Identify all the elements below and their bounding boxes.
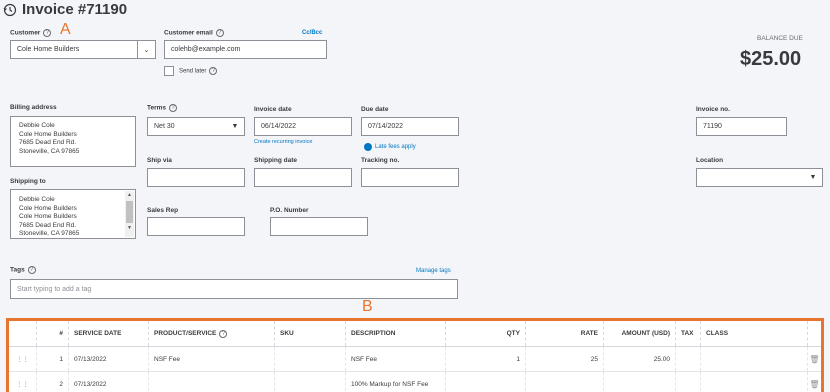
col-class: CLASS: [701, 321, 808, 346]
info-icon: [364, 143, 372, 151]
scrollbar[interactable]: ▲ ▼: [125, 191, 134, 237]
invoice-no-field[interactable]: 71190: [696, 117, 787, 136]
tags-input[interactable]: Start typing to add a tag: [10, 279, 458, 299]
help-icon[interactable]: ?: [215, 29, 224, 37]
sales-rep-field[interactable]: [147, 217, 245, 236]
table-row[interactable]: ⋮⋮ 2 07/13/2022 100% Markup for NSF Fee …: [9, 372, 821, 392]
help-icon[interactable]: ?: [209, 67, 218, 75]
invoice-no-label: Invoice no.: [696, 106, 730, 113]
ship-via-label: Ship via: [147, 157, 172, 164]
po-number-label: P.O. Number: [270, 207, 309, 214]
address-line: Debbie Cole: [19, 196, 55, 203]
caret-down-icon[interactable]: ▼: [226, 118, 244, 135]
customer-email-field[interactable]: colehb@example.com: [164, 40, 327, 59]
caret-down-icon[interactable]: ▼: [804, 169, 822, 186]
col-sku: SKU: [275, 321, 346, 346]
customer-value: Cole Home Builders: [17, 46, 80, 53]
due-date-value: 07/14/2022: [368, 123, 404, 130]
create-recurring-link[interactable]: Create recurring invoice: [254, 139, 312, 145]
col-rate: RATE: [526, 321, 604, 346]
due-date-label: Due date: [361, 106, 389, 113]
tags-label: Tags?: [10, 266, 36, 274]
address-line: Cole Home Builders: [19, 213, 77, 220]
customer-email-value: colehb@example.com: [171, 46, 241, 53]
shipping-to-field[interactable]: Debbie Cole Cole Home Builders Cole Home…: [10, 189, 136, 239]
manage-tags-link[interactable]: Manage tags: [416, 268, 451, 274]
cc-bcc-link[interactable]: Cc/Bcc: [302, 30, 322, 36]
col-qty: QTY: [446, 321, 526, 346]
shipping-date-field[interactable]: [254, 168, 352, 187]
send-later-label: Send later?: [179, 67, 218, 75]
billing-address-field[interactable]: Debbie Cole Cole Home Builders 7685 Dead…: [10, 116, 136, 167]
line-items-table: # SERVICE DATE PRODUCT/SERVICE? SKU DESC…: [6, 318, 824, 392]
location-select[interactable]: ▼: [696, 168, 823, 187]
location-label: Location: [696, 157, 724, 164]
sales-rep-label: Sales Rep: [147, 207, 179, 214]
customer-select[interactable]: Cole Home Builders ⌄: [10, 40, 156, 59]
address-line: Debbie Cole: [19, 122, 55, 129]
address-line: 7685 Dead End Rd.: [19, 139, 77, 146]
address-line: Stoneville, CA 97865: [19, 147, 80, 155]
ship-via-field[interactable]: [147, 168, 245, 187]
annotation-b: B: [362, 298, 373, 315]
help-icon[interactable]: ?: [27, 266, 36, 274]
help-icon[interactable]: ?: [43, 29, 52, 37]
po-number-field[interactable]: [270, 217, 368, 236]
history-icon[interactable]: [3, 3, 17, 17]
shipping-to-label: Shipping to: [10, 178, 46, 185]
col-tax: TAX: [676, 321, 701, 346]
invoice-no-value: 71190: [703, 123, 722, 130]
col-service-date: SERVICE DATE: [69, 321, 149, 346]
chevron-down-icon[interactable]: ⌄: [137, 41, 155, 58]
invoice-date-value: 06/14/2022: [261, 123, 297, 130]
tracking-no-label: Tracking no.: [361, 157, 400, 164]
shipping-date-label: Shipping date: [254, 157, 297, 164]
balance-due-label: BALANCE DUE: [757, 35, 803, 42]
address-line: Cole Home Builders: [19, 130, 77, 138]
help-icon[interactable]: ?: [219, 329, 228, 338]
terms-label: Terms?: [147, 104, 178, 112]
table-row[interactable]: ⋮⋮ 1 07/13/2022 NSF Fee NSF Fee 1 25 25.…: [9, 347, 821, 372]
address-line: Cole Home Builders: [19, 204, 77, 212]
address-line: 7685 Dead End Rd.: [19, 221, 77, 229]
drag-handle-icon[interactable]: ⋮⋮: [9, 347, 37, 371]
customer-label: Customer?: [10, 29, 52, 37]
annotation-a: A: [60, 21, 71, 38]
tracking-no-field[interactable]: [361, 168, 459, 187]
send-later-checkbox[interactable]: [164, 66, 174, 76]
trash-icon[interactable]: 🗑: [808, 347, 821, 371]
terms-select[interactable]: Net 30 ▼: [147, 117, 245, 136]
terms-value: Net 30: [154, 123, 175, 130]
col-num: #: [37, 321, 69, 346]
tags-placeholder: Start typing to add a tag: [17, 285, 92, 293]
address-line: Stoneville, CA 97865: [19, 230, 80, 237]
invoice-date-field[interactable]: 06/14/2022: [254, 117, 352, 136]
due-date-field[interactable]: 07/14/2022: [361, 117, 459, 136]
col-product-service: PRODUCT/SERVICE?: [149, 321, 275, 346]
drag-handle-icon[interactable]: ⋮⋮: [9, 372, 37, 392]
help-icon[interactable]: ?: [169, 104, 178, 112]
customer-email-label: Customer email?: [164, 29, 224, 37]
col-amount: AMOUNT (USD): [604, 321, 676, 346]
balance-due-amount: $25.00: [740, 48, 802, 70]
late-fees-link[interactable]: Late fees apply: [375, 144, 416, 150]
invoice-date-label: Invoice date: [254, 106, 292, 113]
billing-address-label: Billing address: [10, 104, 57, 111]
table-header: # SERVICE DATE PRODUCT/SERVICE? SKU DESC…: [9, 321, 821, 347]
page-title: Invoice #71190: [22, 1, 128, 18]
col-description: DESCRIPTION: [346, 321, 446, 346]
trash-icon[interactable]: 🗑: [808, 372, 821, 392]
